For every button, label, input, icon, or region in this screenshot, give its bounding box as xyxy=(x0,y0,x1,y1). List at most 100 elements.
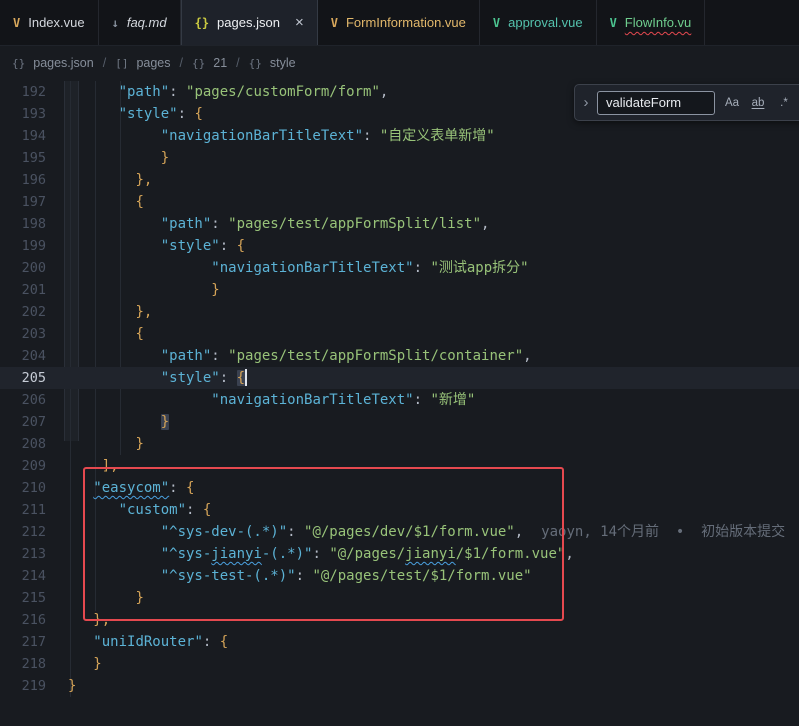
breadcrumb-item[interactable]: pages.json xyxy=(33,56,93,70)
code-line-196[interactable]: 196 }, xyxy=(0,169,799,191)
line-content[interactable]: "^sys-jianyi-(.*)": "@/pages/jianyi/$1/f… xyxy=(46,543,574,565)
tab-pages-json[interactable]: {}pages.json× xyxy=(181,0,318,45)
line-content[interactable]: "custom": { xyxy=(46,499,211,521)
line-content[interactable]: "style": { xyxy=(46,235,245,257)
line-content[interactable]: "easycom": { xyxy=(46,477,194,499)
line-number[interactable]: 210 xyxy=(0,477,46,499)
code-line-213[interactable]: 213 "^sys-jianyi-(.*)": "@/pages/jianyi/… xyxy=(0,543,799,565)
code-line-216[interactable]: 216 }, xyxy=(0,609,799,631)
line-content[interactable]: "^sys-test-(.*)": "@/pages/test/$1/form.… xyxy=(46,565,532,587)
tab-faq-md[interactable]: ↓faq.md xyxy=(99,0,181,45)
code-line-219[interactable]: 219} xyxy=(0,675,799,697)
tab-forminformation-vue[interactable]: VFormInformation.vue xyxy=(318,0,480,45)
line-number[interactable]: 203 xyxy=(0,323,46,345)
code-line-202[interactable]: 202 }, xyxy=(0,301,799,323)
code-line-198[interactable]: 198 "path": "pages/test/appFormSplit/lis… xyxy=(0,213,799,235)
line-number[interactable]: 213 xyxy=(0,543,46,565)
match-case-icon[interactable]: Aa xyxy=(721,92,743,114)
code-line-194[interactable]: 194 "navigationBarTitleText": "自定义表单新增" xyxy=(0,125,799,147)
editor[interactable]: 192 "path": "pages/customForm/form",193 … xyxy=(0,79,799,726)
code-line-199[interactable]: 199 "style": { xyxy=(0,235,799,257)
line-content[interactable]: "navigationBarTitleText": "测试app拆分" xyxy=(46,257,529,279)
code-line-212[interactable]: 212 "^sys-dev-(.*)": "@/pages/dev/$1/for… xyxy=(0,521,799,543)
tab-index-vue[interactable]: VIndex.vue xyxy=(0,0,99,45)
line-content[interactable]: } xyxy=(46,147,169,169)
line-number[interactable]: 194 xyxy=(0,125,46,147)
regex-icon[interactable]: .* xyxy=(773,92,795,114)
line-content[interactable]: "style": { xyxy=(46,103,203,125)
line-content[interactable]: "style": { xyxy=(46,367,247,389)
line-content[interactable]: }, xyxy=(46,301,152,323)
line-content[interactable]: "navigationBarTitleText": "自定义表单新增" xyxy=(46,125,495,147)
code-line-201[interactable]: 201 } xyxy=(0,279,799,301)
line-number[interactable]: 214 xyxy=(0,565,46,587)
tab-flowinfo-vu[interactable]: VFlowInfo.vu xyxy=(597,0,706,45)
breadcrumb-item[interactable]: pages xyxy=(136,56,170,70)
line-number[interactable]: 211 xyxy=(0,499,46,521)
line-content[interactable]: ], xyxy=(46,455,119,477)
line-content[interactable]: } xyxy=(46,675,76,697)
line-number[interactable]: 217 xyxy=(0,631,46,653)
line-number[interactable]: 202 xyxy=(0,301,46,323)
whole-word-icon[interactable]: ab xyxy=(747,92,769,114)
code-line-203[interactable]: 203 { xyxy=(0,323,799,345)
code-line-205[interactable]: 205 "style": { xyxy=(0,367,799,389)
line-number[interactable]: 206 xyxy=(0,389,46,411)
code-line-214[interactable]: 214 "^sys-test-(.*)": "@/pages/test/$1/f… xyxy=(0,565,799,587)
line-content[interactable]: "path": "pages/customForm/form", xyxy=(46,81,388,103)
line-number[interactable]: 197 xyxy=(0,191,46,213)
line-content[interactable]: } xyxy=(46,279,220,301)
code-line-208[interactable]: 208 } xyxy=(0,433,799,455)
code-line-215[interactable]: 215 } xyxy=(0,587,799,609)
line-number[interactable]: 196 xyxy=(0,169,46,191)
line-content[interactable]: "path": "pages/test/appFormSplit/list", xyxy=(46,213,489,235)
line-content[interactable]: } xyxy=(46,653,102,675)
line-number[interactable]: 209 xyxy=(0,455,46,477)
line-number[interactable]: 216 xyxy=(0,609,46,631)
line-content[interactable]: } xyxy=(46,587,144,609)
line-number[interactable]: 218 xyxy=(0,653,46,675)
code-line-217[interactable]: 217 "uniIdRouter": { xyxy=(0,631,799,653)
line-number[interactable]: 193 xyxy=(0,103,46,125)
code-line-207[interactable]: 207 } xyxy=(0,411,799,433)
line-number[interactable]: 208 xyxy=(0,433,46,455)
code-line-200[interactable]: 200 "navigationBarTitleText": "测试app拆分" xyxy=(0,257,799,279)
code-line-211[interactable]: 211 "custom": { xyxy=(0,499,799,521)
code-line-218[interactable]: 218 } xyxy=(0,653,799,675)
code-area[interactable]: 192 "path": "pages/customForm/form",193 … xyxy=(0,81,799,697)
find-input[interactable] xyxy=(597,91,715,115)
line-number[interactable]: 204 xyxy=(0,345,46,367)
line-content[interactable]: "uniIdRouter": { xyxy=(46,631,228,653)
line-content[interactable]: "path": "pages/test/appFormSplit/contain… xyxy=(46,345,532,367)
code-line-210[interactable]: 210 "easycom": { xyxy=(0,477,799,499)
line-content[interactable]: } xyxy=(46,433,144,455)
code-line-209[interactable]: 209 ], xyxy=(0,455,799,477)
code-line-195[interactable]: 195 } xyxy=(0,147,799,169)
toggle-replace-chevron-icon[interactable]: › xyxy=(581,95,591,110)
line-content[interactable]: "^sys-dev-(.*)": "@/pages/dev/$1/form.vu… xyxy=(46,521,785,543)
close-tab-icon[interactable]: × xyxy=(295,15,304,30)
line-number[interactable]: 195 xyxy=(0,147,46,169)
line-number[interactable]: 198 xyxy=(0,213,46,235)
line-number[interactable]: 199 xyxy=(0,235,46,257)
code-line-204[interactable]: 204 "path": "pages/test/appFormSplit/con… xyxy=(0,345,799,367)
line-number[interactable]: 215 xyxy=(0,587,46,609)
line-content[interactable]: } xyxy=(46,411,169,433)
line-number[interactable]: 200 xyxy=(0,257,46,279)
line-content[interactable]: { xyxy=(46,323,144,345)
line-content[interactable]: }, xyxy=(46,169,152,191)
breadcrumb-item[interactable]: style xyxy=(270,56,296,70)
line-content[interactable]: }, xyxy=(46,609,110,631)
tab-approval-vue[interactable]: Vapproval.vue xyxy=(480,0,597,45)
line-content[interactable]: { xyxy=(46,191,144,213)
line-number[interactable]: 201 xyxy=(0,279,46,301)
code-line-206[interactable]: 206 "navigationBarTitleText": "新增" xyxy=(0,389,799,411)
breadcrumb-item[interactable]: 21 xyxy=(213,56,227,70)
line-number[interactable]: 207 xyxy=(0,411,46,433)
line-content[interactable]: "navigationBarTitleText": "新增" xyxy=(46,389,475,411)
line-number[interactable]: 212 xyxy=(0,521,46,543)
line-number[interactable]: 219 xyxy=(0,675,46,697)
line-number[interactable]: 205 xyxy=(0,367,46,389)
line-number[interactable]: 192 xyxy=(0,81,46,103)
code-line-197[interactable]: 197 { xyxy=(0,191,799,213)
